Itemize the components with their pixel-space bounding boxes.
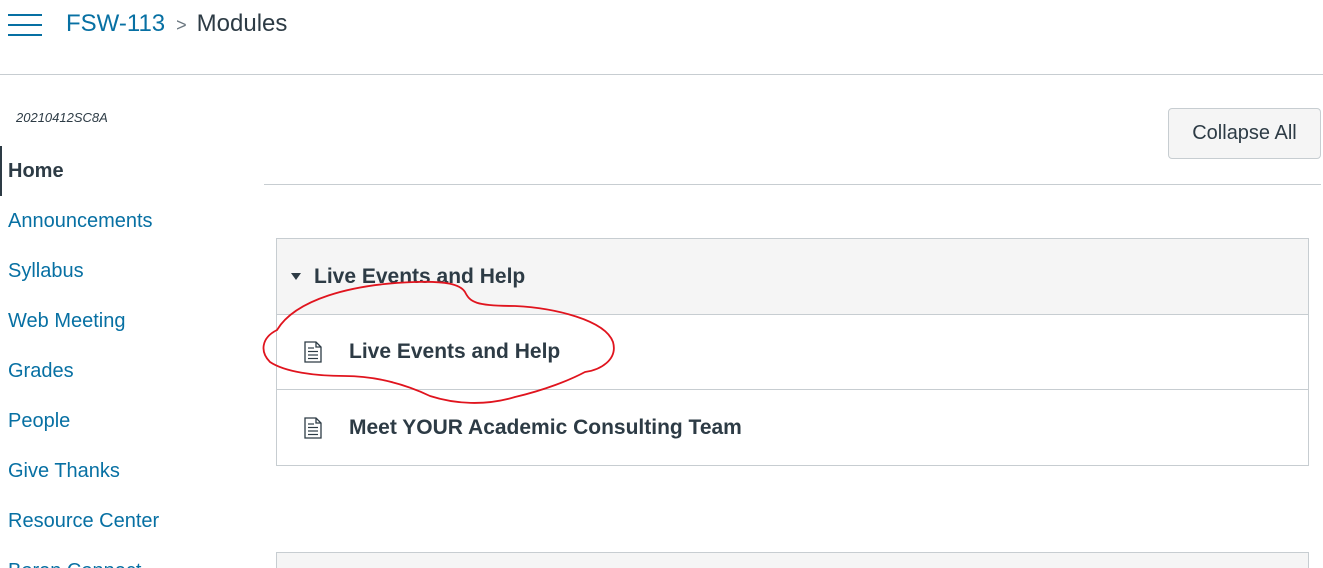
page-icon [304,416,322,439]
breadcrumb-separator: > [176,14,187,35]
module-live-events: Live Events and Help Live Events and Hel… [276,238,1309,466]
breadcrumb: FSW-113 > Modules [66,8,287,40]
nav-item-announcements[interactable]: Announcements [0,196,240,246]
module-title: Live Events and Help [314,264,526,288]
module-item-title[interactable]: Live Events and Help [349,340,560,364]
collapse-all-button[interactable]: Collapse All [1168,108,1321,159]
nav-item-syllabus[interactable]: Syllabus [0,246,240,296]
course-term: 20210412SC8A [16,110,108,125]
toolbar-divider [264,184,1321,185]
module-item-academic-consulting[interactable]: Meet YOUR Academic Consulting Team [277,390,1308,465]
nav-item-people[interactable]: People [0,396,240,446]
caret-down-icon[interactable] [291,273,301,280]
nav-item-give-thanks[interactable]: Give Thanks [0,446,240,496]
hamburger-icon[interactable] [8,12,42,38]
next-module-header[interactable] [276,552,1309,568]
nav-item-home[interactable]: Home [0,146,240,196]
nav-item-grades[interactable]: Grades [0,346,240,396]
nav-item-boren-connect[interactable]: Boren Connect [0,546,240,568]
page-header: FSW-113 > Modules [0,0,1323,75]
module-item-live-events[interactable]: Live Events and Help [277,315,1308,390]
breadcrumb-course-link[interactable]: FSW-113 [66,10,165,38]
modules-page: FSW-113 > Modules 20210412SC8A Home Anno… [0,0,1323,568]
breadcrumb-current: Modules [196,10,288,37]
course-navigation: Home Announcements Syllabus Web Meeting … [0,146,240,568]
module-header[interactable]: Live Events and Help [277,239,1308,315]
module-item-title[interactable]: Meet YOUR Academic Consulting Team [349,416,742,440]
nav-item-resource-center[interactable]: Resource Center [0,496,240,546]
nav-item-web-meeting[interactable]: Web Meeting [0,296,240,346]
page-icon [304,341,322,363]
